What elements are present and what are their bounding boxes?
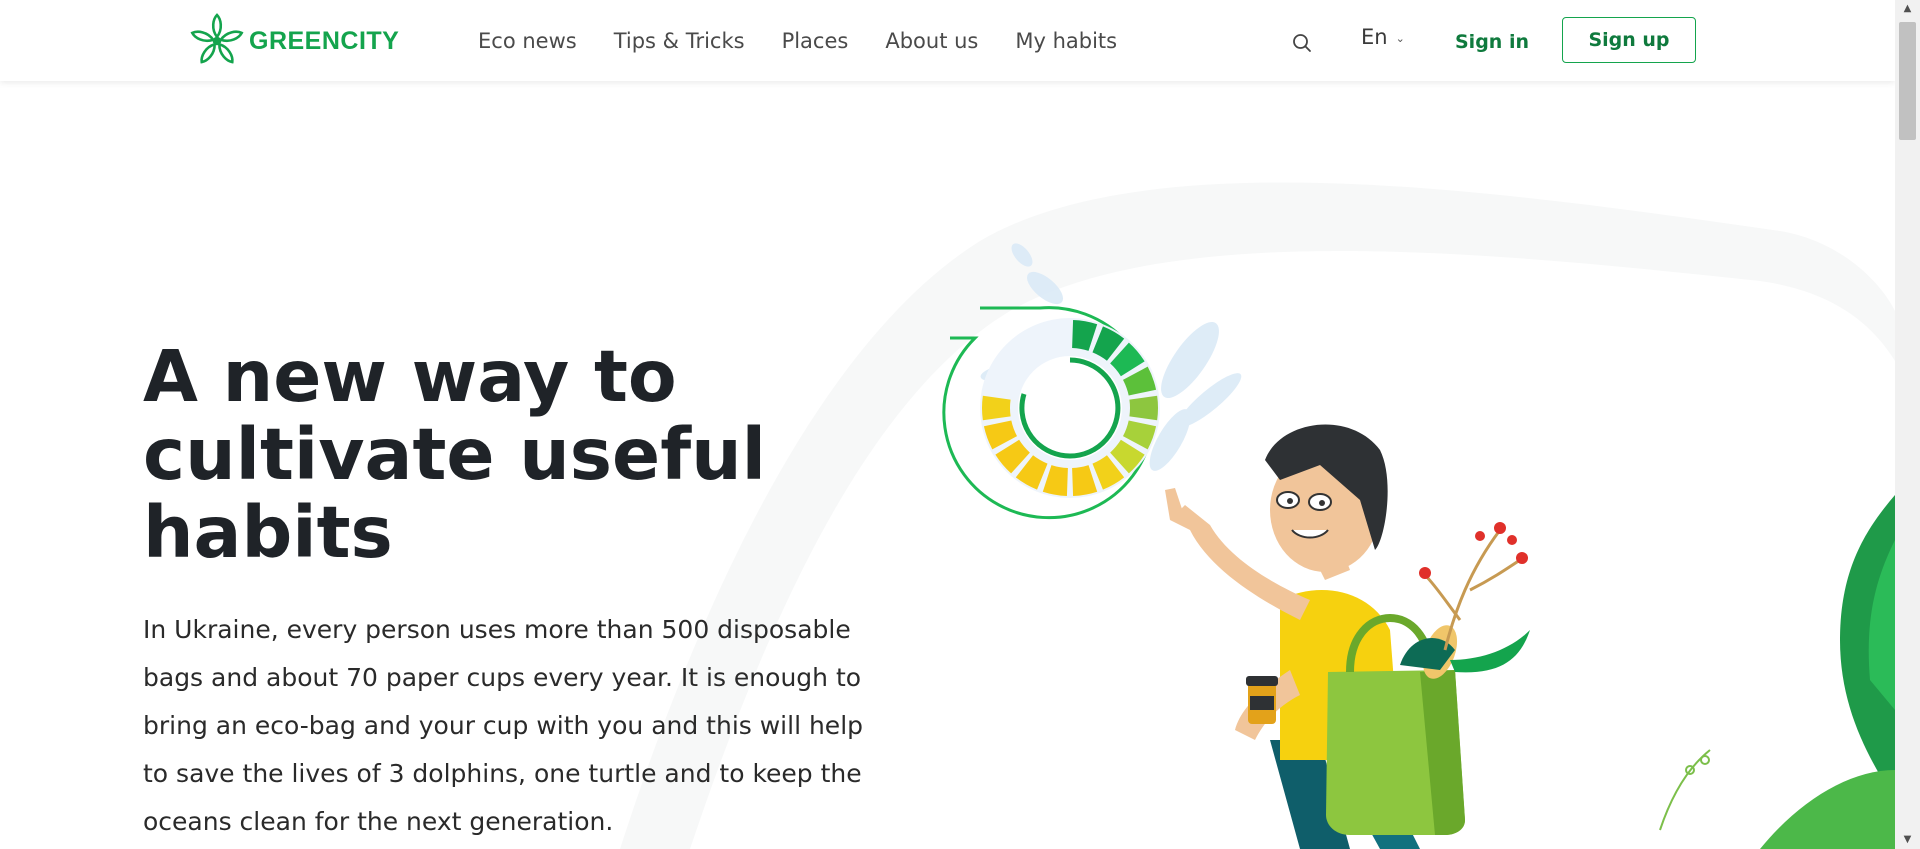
search-icon bbox=[1293, 34, 1311, 52]
logo-flower-icon bbox=[190, 13, 244, 64]
hero-illustration bbox=[942, 243, 1895, 849]
habit-progress-gauge bbox=[942, 306, 1160, 520]
scrollbar-thumb[interactable] bbox=[1899, 22, 1916, 140]
gauge-segment bbox=[982, 395, 1011, 421]
chevron-down-icon: ⌄ bbox=[1395, 31, 1405, 45]
nav-about-us[interactable]: About us bbox=[885, 26, 978, 56]
scroll-down-arrow-icon[interactable]: ▼ bbox=[1895, 831, 1920, 849]
logo[interactable]: GREENCITY bbox=[189, 13, 399, 69]
logo-text: GREENCITY bbox=[249, 26, 400, 55]
sign-up-button[interactable]: Sign up bbox=[1562, 17, 1696, 63]
search-button[interactable] bbox=[1291, 32, 1313, 54]
character bbox=[1165, 424, 1711, 849]
vertical-scrollbar[interactable]: ▲ ▼ bbox=[1895, 0, 1920, 849]
language-selector[interactable]: En ⌄ bbox=[1361, 25, 1405, 49]
gauge-segment bbox=[1129, 395, 1158, 421]
hero-title: A new way to cultivate useful habits bbox=[143, 335, 766, 574]
nav-eco-news[interactable]: Eco news bbox=[478, 26, 577, 56]
hero-description: In Ukraine, every person uses more than … bbox=[143, 615, 864, 836]
nav-tips-tricks[interactable]: Tips & Tricks bbox=[614, 26, 745, 56]
top-header: GREENCITY Eco news Tips & Tricks Places … bbox=[0, 0, 1895, 81]
nav-my-habits[interactable]: My habits bbox=[1015, 26, 1117, 56]
language-label: En bbox=[1361, 25, 1388, 49]
main-nav: Eco news Tips & Tricks Places About us M… bbox=[478, 26, 1154, 56]
scroll-up-arrow-icon[interactable]: ▲ bbox=[1895, 0, 1920, 18]
nav-places[interactable]: Places bbox=[782, 26, 849, 56]
sign-in-button[interactable]: Sign in bbox=[1450, 28, 1534, 56]
